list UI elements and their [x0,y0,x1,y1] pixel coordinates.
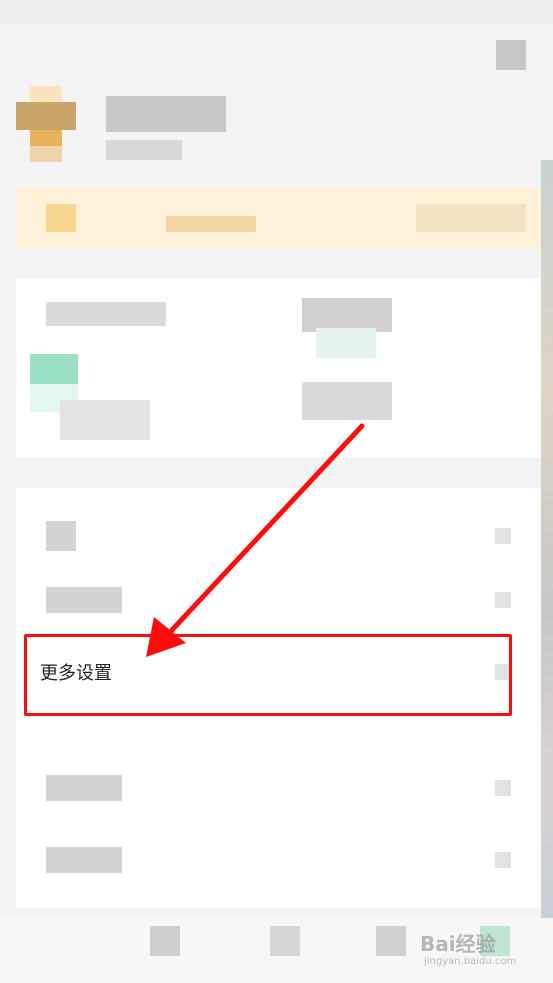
tab-icon-3[interactable] [376,926,406,956]
tab-icon-2[interactable] [270,926,300,956]
watermark-url: jingyan.baidu.com [424,956,517,967]
tab-icon-1[interactable] [150,926,180,956]
arrow-annotation [146,423,365,657]
arrow-shaft [169,423,365,633]
watermark-logo: Bai经验 [420,932,496,956]
